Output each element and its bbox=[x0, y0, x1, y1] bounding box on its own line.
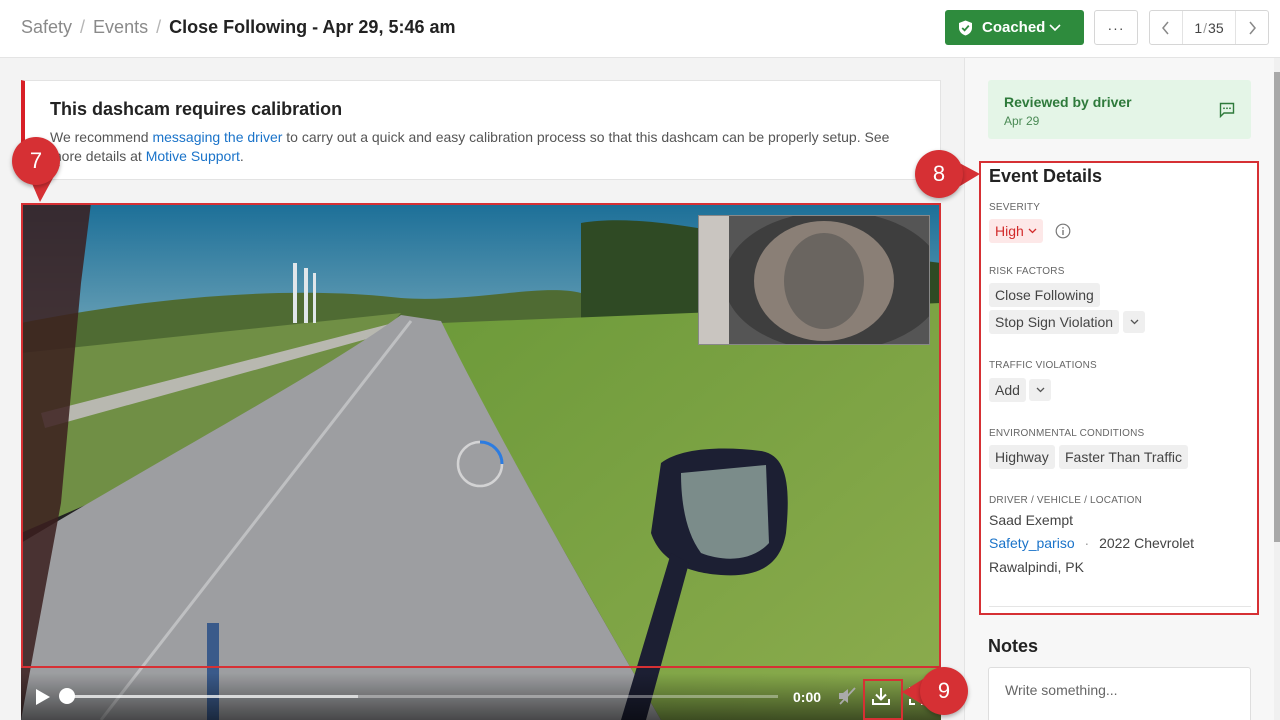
driver-link[interactable]: Saad Exempt bbox=[989, 512, 1073, 528]
more-options-button[interactable]: ··· bbox=[1094, 10, 1138, 45]
event-pager: 1 / 35 bbox=[1149, 10, 1269, 45]
pager-current: 1 bbox=[1194, 19, 1203, 36]
video-controls: 0:00 bbox=[21, 673, 941, 720]
chevron-right-icon bbox=[1249, 21, 1256, 34]
page-header: Safety / Events / Close Following - Apr … bbox=[0, 0, 1280, 58]
environment-chip[interactable]: Highway bbox=[989, 445, 1055, 469]
notes-title: Notes bbox=[988, 636, 1039, 656]
loading-spinner-icon bbox=[456, 440, 504, 488]
vehicle-model: 2022 Chevrolet bbox=[1099, 535, 1195, 551]
reviewed-date: Apr 29 bbox=[1004, 114, 1040, 128]
annotation-badge-8: 8 bbox=[915, 150, 963, 198]
severity-value: High bbox=[995, 223, 1024, 239]
vehicle-link[interactable]: Safety_pariso bbox=[989, 535, 1075, 551]
alert-text-part: . bbox=[239, 148, 244, 164]
video-seek-handle[interactable] bbox=[59, 688, 75, 704]
chevron-down-icon bbox=[1036, 387, 1044, 393]
pager-total: 35 bbox=[1208, 19, 1224, 36]
risk-factors-dropdown[interactable] bbox=[1123, 311, 1145, 333]
severity-dropdown[interactable]: High bbox=[989, 219, 1043, 243]
calibration-alert: This dashcam requires calibration We rec… bbox=[21, 80, 941, 180]
motive-support-link[interactable]: Motive Support bbox=[146, 148, 240, 164]
add-traffic-violation-button[interactable]: Add bbox=[989, 378, 1026, 402]
risk-factor-chip[interactable]: Close Following bbox=[989, 283, 1100, 307]
download-video-button[interactable] bbox=[868, 683, 894, 709]
video-buffer-bar bbox=[66, 695, 358, 698]
event-details-title: Event Details bbox=[989, 166, 1103, 186]
traffic-violations-dropdown[interactable] bbox=[1029, 379, 1051, 401]
page-title: Close Following - Apr 29, 5:46 am bbox=[169, 17, 456, 37]
calibration-alert-text: We recommend messaging the driver to car… bbox=[50, 128, 920, 166]
chevron-down-icon bbox=[1049, 24, 1061, 32]
driver-camera-footage bbox=[699, 216, 929, 344]
calibration-alert-title: This dashcam requires calibration bbox=[50, 99, 343, 119]
reviewed-by-driver-card: Reviewed by driver Apr 29 bbox=[988, 80, 1251, 139]
pager-separator: / bbox=[1203, 19, 1208, 36]
breadcrumb-separator: / bbox=[156, 17, 162, 37]
breadcrumb-separator: / bbox=[80, 17, 86, 37]
pager-count: 1 / 35 bbox=[1182, 11, 1236, 44]
vehicle-separator: · bbox=[1084, 535, 1090, 551]
traffic-violations-label: TRAFFIC VIOLATIONS bbox=[989, 360, 1097, 371]
reviewed-title: Reviewed by driver bbox=[1004, 94, 1132, 110]
annotation-badge-7: 7 bbox=[12, 137, 60, 185]
coached-label: Coached bbox=[982, 19, 1046, 36]
risk-factors-label: RISK FACTORS bbox=[989, 266, 1065, 277]
previous-event-button[interactable] bbox=[1150, 11, 1182, 44]
divider bbox=[989, 606, 1251, 607]
play-icon[interactable] bbox=[35, 688, 51, 706]
coached-status-button[interactable]: Coached bbox=[945, 10, 1084, 45]
severity-label: SEVERITY bbox=[989, 202, 1041, 213]
download-icon bbox=[872, 688, 890, 705]
chevron-down-icon bbox=[1130, 319, 1138, 325]
breadcrumb-events[interactable]: Events bbox=[93, 17, 148, 38]
info-icon[interactable] bbox=[1055, 223, 1071, 239]
muted-volume-icon[interactable] bbox=[837, 687, 857, 705]
dashcam-video-player[interactable]: 0:00 bbox=[21, 203, 941, 720]
chevron-down-icon bbox=[1028, 228, 1037, 234]
scrollbar-thumb[interactable] bbox=[1274, 72, 1280, 542]
notes-input[interactable] bbox=[988, 667, 1251, 720]
next-event-button[interactable] bbox=[1236, 11, 1268, 44]
shield-check-icon bbox=[959, 20, 972, 35]
environment-chip[interactable]: Faster Than Traffic bbox=[1059, 445, 1188, 469]
risk-factor-chip[interactable]: Stop Sign Violation bbox=[989, 310, 1120, 334]
breadcrumb-safety[interactable]: Safety bbox=[21, 17, 72, 38]
video-time: 0:00 bbox=[793, 689, 822, 705]
breadcrumb: Safety / Events / Close Following - Apr … bbox=[21, 17, 456, 38]
chevron-left-icon bbox=[1162, 21, 1169, 34]
driver-camera-pip[interactable] bbox=[698, 215, 930, 345]
environmental-conditions-label: ENVIRONMENTAL CONDITIONS bbox=[989, 428, 1145, 439]
annotation-badge-9: 9 bbox=[920, 667, 968, 715]
location-text: Rawalpindi, PK bbox=[989, 559, 1084, 575]
sidebar-scrollbar[interactable] bbox=[1274, 58, 1280, 720]
message-driver-link[interactable]: messaging the driver bbox=[152, 129, 282, 145]
comment-icon[interactable] bbox=[1219, 102, 1235, 118]
vehicle-row: Safety_pariso · 2022 Chevrolet bbox=[989, 535, 1194, 551]
driver-vehicle-location-label: DRIVER / VEHICLE / LOCATION bbox=[989, 495, 1143, 506]
event-details-panel: Event Details SEVERITY High RISK FACTORS… bbox=[979, 161, 1259, 615]
